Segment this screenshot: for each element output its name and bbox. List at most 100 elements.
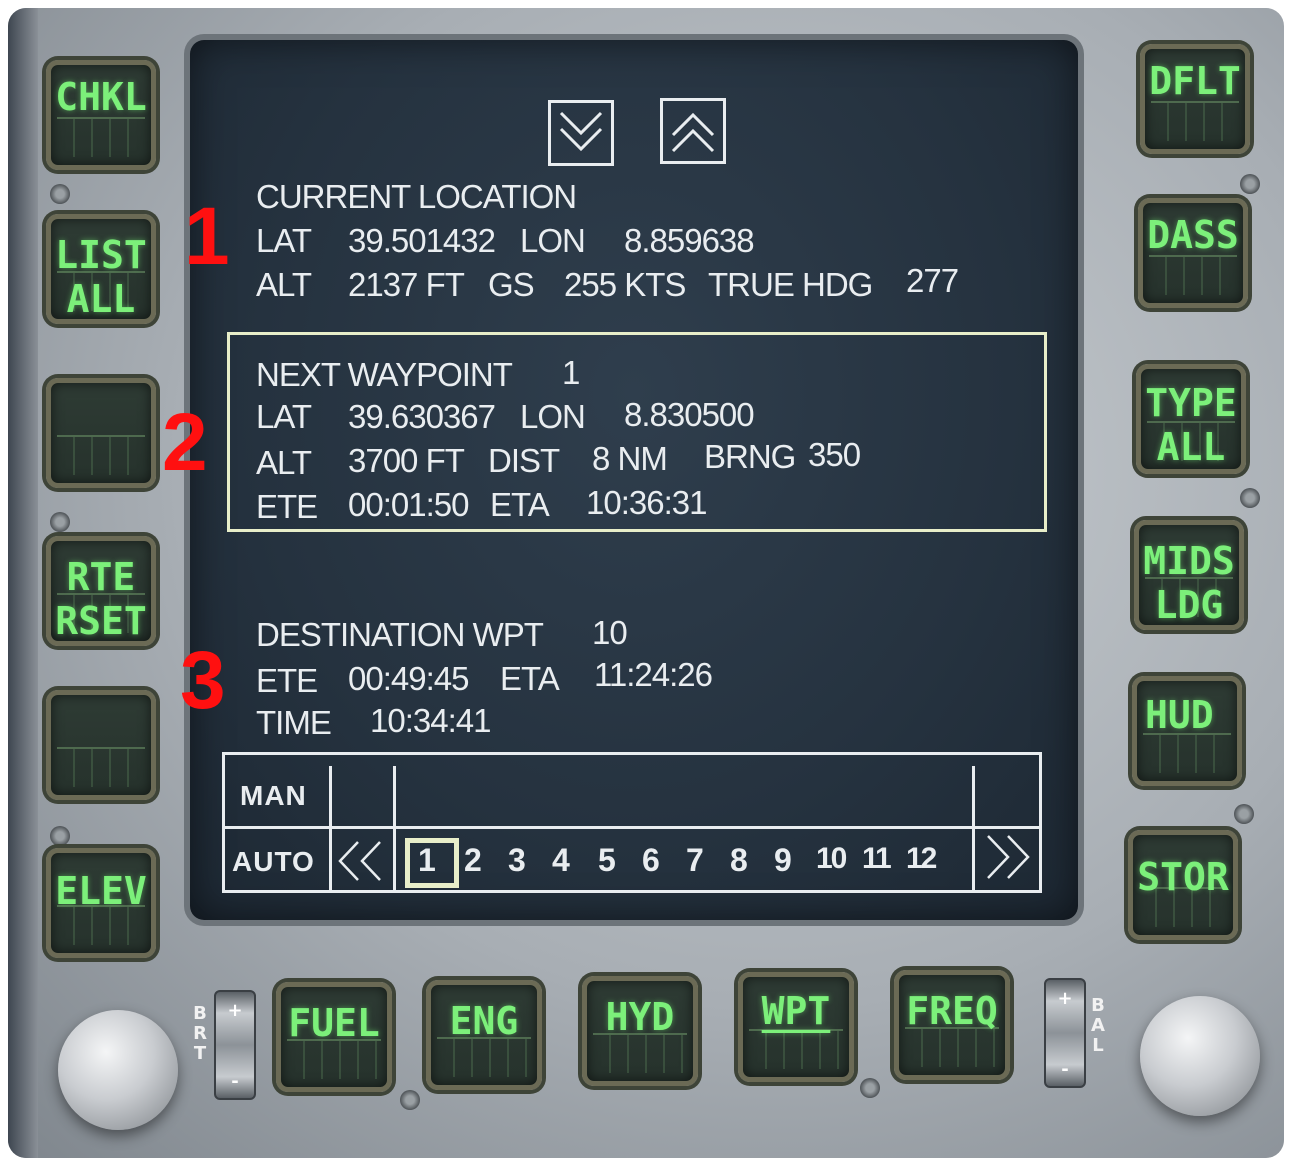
- bezel-edge: [8, 8, 38, 1158]
- osb-label: FUEL: [288, 1001, 380, 1045]
- waypoint-number-6[interactable]: 6: [642, 842, 660, 879]
- osb-label: STOR: [1137, 855, 1229, 899]
- osb-stor-button[interactable]: STOR: [1128, 830, 1238, 940]
- next-alt-value: 3700 FT: [348, 442, 465, 479]
- current-gs-label: GS: [488, 266, 535, 303]
- next-lon-value: 8.830500: [624, 396, 755, 433]
- current-gs-value: 255 KTS: [564, 266, 686, 303]
- osb-label: DASS: [1147, 213, 1239, 257]
- current-location-header: CURRENT LOCATION: [256, 178, 577, 215]
- waypoint-number-11[interactable]: 11: [862, 842, 892, 876]
- screw: [860, 1078, 880, 1098]
- osb-rte-rset-button[interactable]: RTE RSET: [46, 536, 156, 646]
- screw: [50, 826, 70, 846]
- minus-icon: -: [1061, 1059, 1069, 1080]
- osb-type-all-button[interactable]: TYPE ALL: [1136, 364, 1246, 474]
- next-lat-value: 39.630367: [348, 398, 496, 435]
- screw: [50, 184, 70, 204]
- double-chevron-right-icon[interactable]: [980, 832, 1034, 882]
- waypoint-number-8[interactable]: 8: [730, 842, 748, 879]
- page-up-button[interactable]: [660, 98, 726, 164]
- current-lon-label: LON: [520, 222, 586, 259]
- osb-blank-left-3-button[interactable]: [46, 378, 156, 488]
- waypoint-number-9[interactable]: 9: [774, 842, 792, 879]
- screw: [50, 512, 70, 532]
- page-down-button[interactable]: [548, 100, 614, 166]
- osb-label: ENG: [449, 999, 519, 1043]
- osb-freq-button[interactable]: FREQ: [894, 970, 1010, 1080]
- waypoint-number-4[interactable]: 4: [552, 842, 570, 879]
- screw: [1240, 174, 1260, 194]
- destination-header: DESTINATION WPT: [256, 616, 544, 653]
- osb-label: LIST ALL: [55, 233, 147, 321]
- osb-chkl-button[interactable]: CHKL: [46, 60, 156, 170]
- screw: [400, 1090, 420, 1110]
- double-chevron-left-icon[interactable]: [336, 838, 388, 884]
- osb-dflt-button[interactable]: DFLT: [1140, 44, 1250, 154]
- next-eta-label: ETA: [490, 486, 550, 523]
- double-chevron-down-icon: [559, 111, 603, 152]
- osb-elev-button[interactable]: ELEV: [46, 848, 156, 958]
- osb-label: HUD: [1145, 693, 1214, 737]
- man-mode-option[interactable]: MAN: [240, 780, 307, 812]
- destination-ete-label: ETE: [256, 662, 318, 699]
- osb-label: HYD: [605, 995, 675, 1039]
- destination-time-label: TIME: [256, 704, 332, 741]
- waypoint-number-2[interactable]: 2: [464, 842, 482, 879]
- brightness-knob[interactable]: [58, 1010, 178, 1130]
- current-lon-value: 8.859638: [624, 222, 755, 259]
- current-lat-value: 39.501432: [348, 222, 496, 259]
- osb-list-all-button[interactable]: LIST ALL: [46, 214, 156, 324]
- current-hdg-label: TRUE HDG: [708, 266, 873, 303]
- osb-eng-button[interactable]: ENG: [426, 980, 542, 1090]
- brt-rocker-switch[interactable]: + -: [214, 990, 256, 1100]
- osb-label: RTE RSET: [55, 555, 147, 643]
- plus-icon: +: [227, 1000, 243, 1021]
- waypoint-number-5[interactable]: 5: [598, 842, 616, 879]
- next-brng-label: BRNG: [704, 438, 796, 475]
- destination-eta-label: ETA: [500, 660, 560, 697]
- next-lat-label: LAT: [256, 398, 312, 435]
- plus-icon: +: [1057, 988, 1073, 1009]
- minus-icon: -: [231, 1071, 239, 1092]
- osb-blank-left-5-button[interactable]: [46, 690, 156, 800]
- bal-rocker-switch[interactable]: + -: [1044, 978, 1086, 1088]
- current-hdg-value: 277: [906, 262, 959, 299]
- osb-label: MIDS LDG: [1143, 539, 1235, 627]
- current-lat-label: LAT: [256, 222, 312, 259]
- double-chevron-up-icon: [671, 112, 715, 153]
- next-brng-value: 350: [808, 436, 861, 473]
- osb-label: CHKL: [55, 75, 147, 119]
- bal-label: B A L: [1091, 995, 1105, 1056]
- waypoint-number-1[interactable]: 1: [418, 842, 436, 879]
- next-ete-label: ETE: [256, 488, 318, 525]
- destination-ete-value: 00:49:45: [348, 660, 469, 697]
- osb-hud-button[interactable]: HUD: [1132, 676, 1242, 786]
- current-alt-label: ALT: [256, 266, 312, 303]
- current-alt-value: 2137 FT: [348, 266, 465, 303]
- next-ete-value: 00:01:50: [348, 486, 469, 523]
- next-dist-label: DIST: [488, 442, 560, 479]
- auto-mode-option[interactable]: AUTO: [232, 846, 315, 878]
- osb-label: DFLT: [1149, 59, 1241, 103]
- osb-dass-button[interactable]: DASS: [1138, 198, 1248, 308]
- waypoint-number-3[interactable]: 3: [508, 842, 526, 879]
- osb-label: ELEV: [55, 869, 147, 913]
- balance-knob[interactable]: [1140, 996, 1260, 1116]
- osb-hyd-button[interactable]: HYD: [582, 976, 698, 1086]
- osb-mids-ldg-button[interactable]: MIDS LDG: [1134, 520, 1244, 630]
- annotation-2: 2: [162, 397, 208, 488]
- destination-time-value: 10:34:41: [370, 702, 491, 739]
- next-dist-value: 8 NM: [592, 440, 668, 477]
- destination-number: 10: [592, 614, 628, 651]
- waypoint-number-7[interactable]: 7: [686, 842, 704, 879]
- destination-eta-value: 11:24:26: [594, 656, 713, 693]
- next-waypoint-header: NEXT WAYPOINT: [256, 356, 513, 393]
- osb-wpt-button[interactable]: WPT: [738, 972, 854, 1082]
- waypoint-number-10[interactable]: 10: [816, 842, 847, 876]
- waypoint-number-12[interactable]: 12: [906, 842, 937, 876]
- osb-label: FREQ: [906, 989, 998, 1033]
- osb-fuel-button[interactable]: FUEL: [276, 982, 392, 1092]
- annotation-1: 1: [184, 191, 230, 282]
- annotation-3: 3: [180, 635, 226, 726]
